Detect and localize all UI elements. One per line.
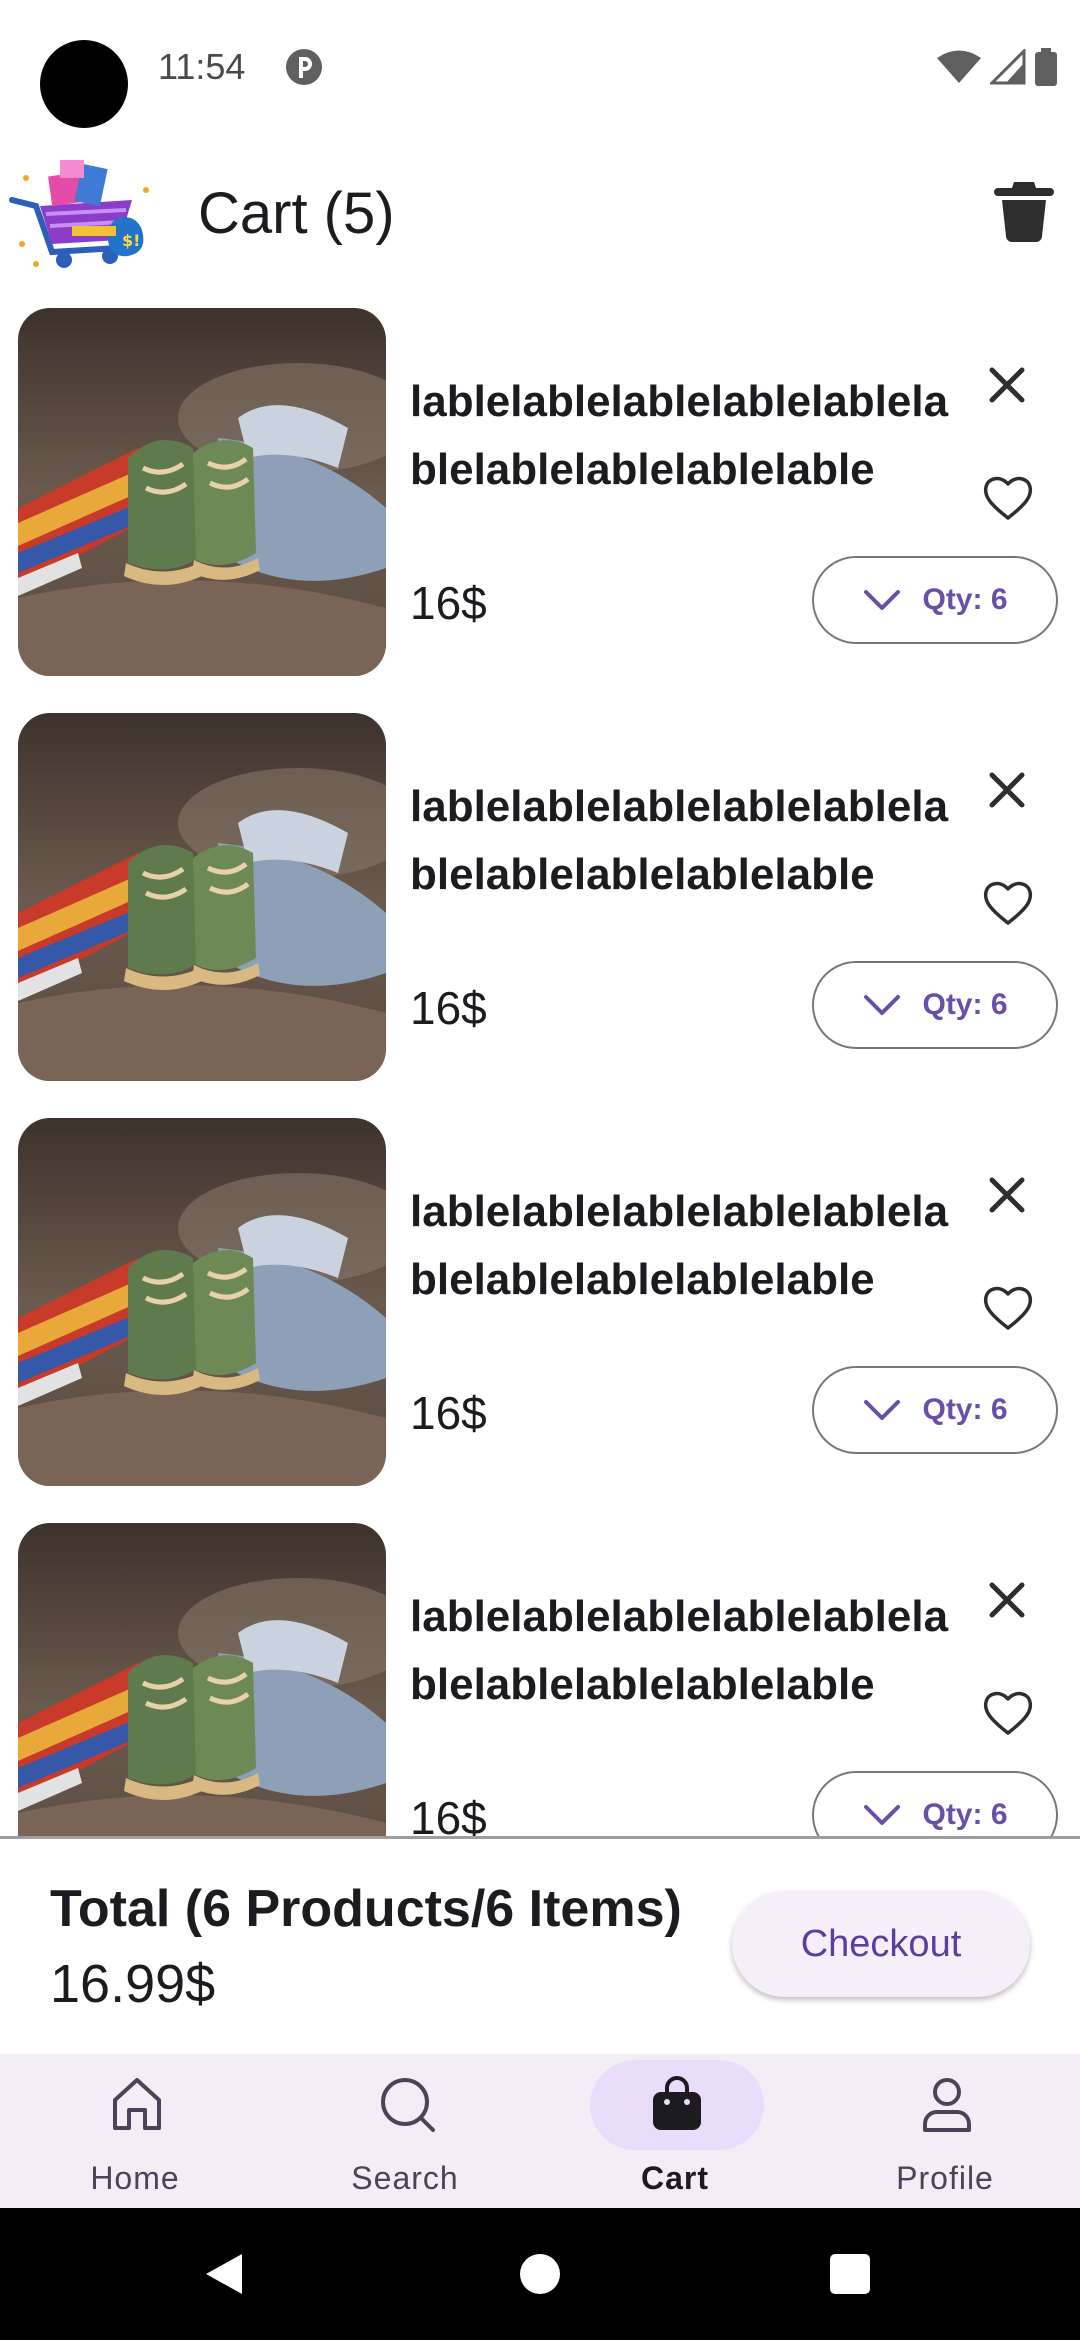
nav-label-search: Search <box>351 2160 459 2196</box>
favorite-button[interactable] <box>980 1685 1036 1741</box>
heart-icon <box>983 1286 1033 1330</box>
cart-item[interactable]: lablelablelablelablelablelablelablelable… <box>0 1090 1080 1495</box>
status-bar: 11:54 <box>0 0 1080 140</box>
nav-item-home[interactable]: Home <box>0 2054 270 2208</box>
bottom-navigation: Home Search Cart Profile <box>0 2054 1080 2208</box>
cart-summary: Total (6 Products/6 Items) 16.99$ Checko… <box>0 1839 1080 2054</box>
status-time: 11:54 <box>158 46 246 87</box>
total-amount: 16.99$ <box>50 1954 216 2014</box>
heart-icon <box>983 476 1033 520</box>
product-price: 16$ <box>410 982 487 1034</box>
product-name[interactable]: lablelablelablelablelablelablelablelable… <box>410 368 950 504</box>
chevron-down-icon <box>864 590 901 610</box>
cart-item-list[interactable]: lablelablelablelablelablelablelablelable… <box>0 280 1080 1836</box>
close-icon <box>989 1177 1025 1213</box>
delete-all-button[interactable] <box>994 178 1054 242</box>
page-title: Cart (5) <box>198 181 395 246</box>
total-label: Total (6 Products/6 Items) <box>50 1880 682 1938</box>
quantity-label: Qty: 6 <box>922 1798 1008 1831</box>
nav-label-cart: Cart <box>640 2160 709 2196</box>
remove-item-button[interactable] <box>982 1575 1032 1625</box>
wifi-icon <box>936 49 982 90</box>
quantity-label: Qty: 6 <box>922 583 1008 616</box>
checkout-button[interactable]: Checkout <box>732 1891 1030 1997</box>
cart-item[interactable]: lablelablelablelablelablelablelablelable… <box>0 1495 1080 1836</box>
favorite-button[interactable] <box>980 875 1036 931</box>
close-icon <box>989 1582 1025 1618</box>
close-icon <box>989 367 1025 403</box>
cart-logo-icon: $! <box>6 156 152 279</box>
nav-label-profile: Profile <box>896 2160 994 2196</box>
product-image[interactable] <box>18 713 386 1081</box>
signal-icon <box>988 47 1026 90</box>
heart-icon <box>983 881 1033 925</box>
top-app-bar: $! Cart (5) <box>0 140 1080 280</box>
product-price: 16$ <box>410 577 487 629</box>
nav-item-search[interactable]: Search <box>270 2054 540 2208</box>
favorite-button[interactable] <box>980 470 1036 526</box>
product-price: 16$ <box>410 1387 487 1439</box>
quantity-label: Qty: 6 <box>922 1393 1008 1426</box>
remove-item-button[interactable] <box>982 765 1032 815</box>
recents-icon[interactable] <box>830 2254 870 2294</box>
app-notification-icon <box>285 48 323 91</box>
status-icons <box>936 47 1058 91</box>
trash-icon <box>994 182 1054 242</box>
quantity-dropdown[interactable]: Qty: 6 <box>812 961 1058 1049</box>
product-image[interactable] <box>18 1523 386 1836</box>
product-image[interactable] <box>18 308 386 676</box>
cart-item[interactable]: lablelablelablelablelablelablelablelable… <box>0 280 1080 685</box>
search-icon <box>375 2072 439 2136</box>
heart-icon <box>983 1691 1033 1735</box>
product-name[interactable]: lablelablelablelablelablelablelablelable… <box>410 1583 950 1719</box>
quantity-dropdown[interactable]: Qty: 6 <box>812 556 1058 644</box>
remove-item-button[interactable] <box>982 360 1032 410</box>
product-name[interactable]: lablelablelablelablelablelablelablelable… <box>410 1178 950 1314</box>
product-price: 16$ <box>410 1792 487 1836</box>
product-image[interactable] <box>18 1118 386 1486</box>
quantity-dropdown[interactable]: Qty: 6 <box>812 1366 1058 1454</box>
battery-icon <box>1034 48 1058 91</box>
quantity-dropdown[interactable]: Qty: 6 <box>812 1771 1058 1836</box>
person-icon <box>915 2072 979 2136</box>
chevron-down-icon <box>864 1805 901 1825</box>
chevron-down-icon <box>864 995 901 1015</box>
nav-label-home: Home <box>90 2160 180 2196</box>
system-navigation-bar <box>0 2208 1080 2340</box>
favorite-button[interactable] <box>980 1280 1036 1336</box>
cart-item[interactable]: lablelablelablelablelablelablelablelable… <box>0 685 1080 1090</box>
quantity-label: Qty: 6 <box>922 988 1008 1021</box>
close-icon <box>989 772 1025 808</box>
product-name[interactable]: lablelablelablelablelablelablelablelable… <box>410 773 950 909</box>
nav-item-cart[interactable]: Cart <box>540 2054 810 2208</box>
shopping-bag-icon <box>645 2072 709 2136</box>
nav-item-profile[interactable]: Profile <box>810 2054 1080 2208</box>
camera-cutout <box>40 40 128 128</box>
svg-text:$!: $! <box>122 231 140 250</box>
remove-item-button[interactable] <box>982 1170 1032 1220</box>
back-icon[interactable] <box>202 2250 246 2303</box>
home-button-icon[interactable] <box>520 2254 560 2294</box>
chevron-down-icon <box>864 1400 901 1420</box>
home-icon <box>105 2072 169 2136</box>
